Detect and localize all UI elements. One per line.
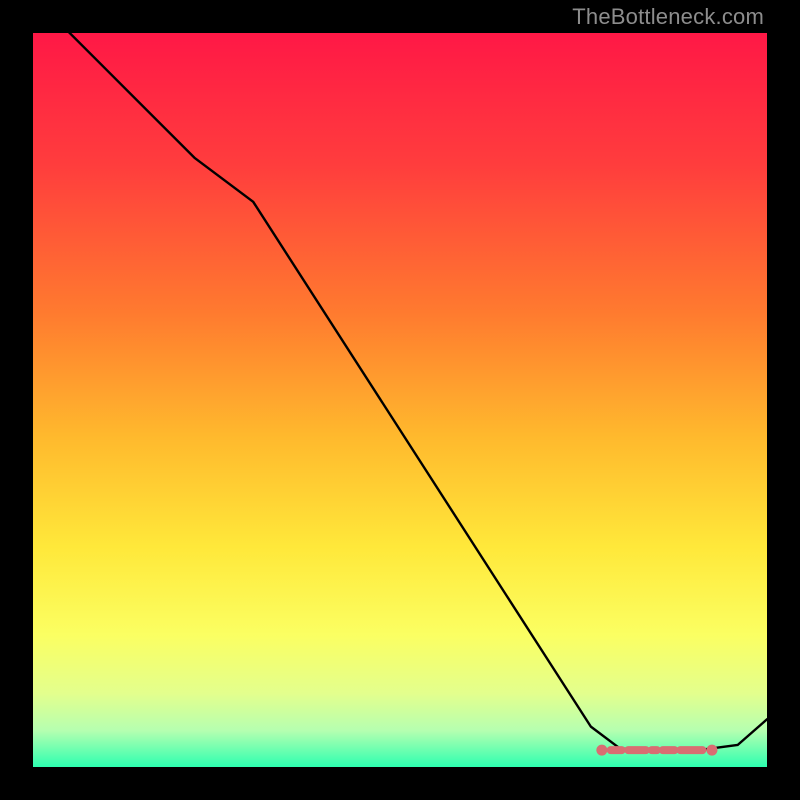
highlight-endpoint-0 xyxy=(596,745,607,756)
watermark-text: TheBottleneck.com xyxy=(572,4,764,30)
frame-border: TheBottleneck.com xyxy=(0,0,800,800)
gradient-background xyxy=(33,33,767,767)
highlight-endpoint-1 xyxy=(706,745,717,756)
chart-svg xyxy=(33,33,767,767)
highlight-layer xyxy=(596,745,717,756)
plot-area xyxy=(33,33,767,767)
